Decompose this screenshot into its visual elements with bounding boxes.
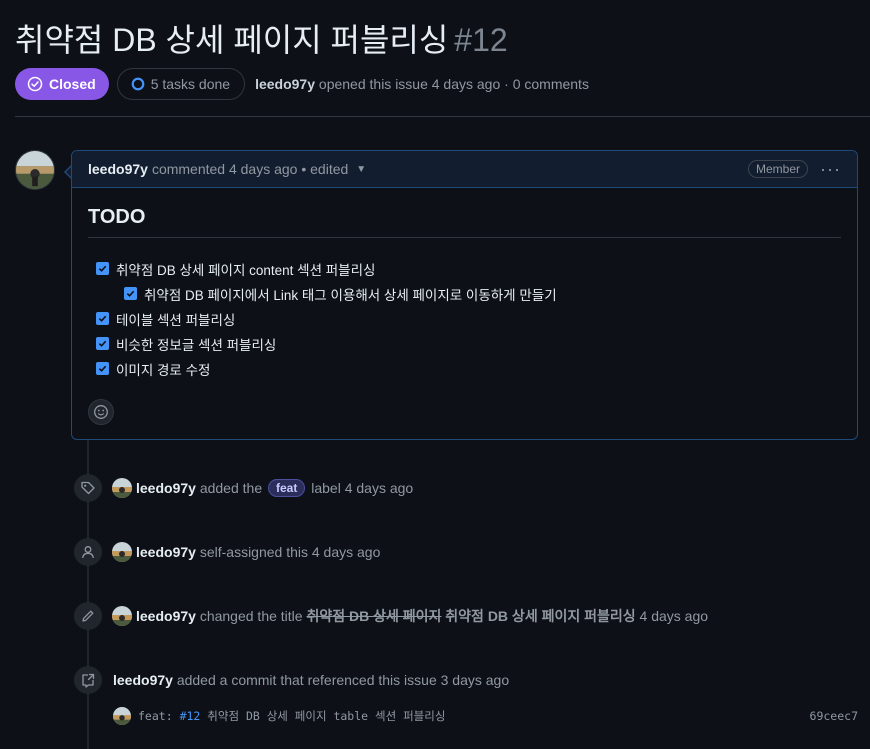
- timeline-label-event: leedo97y added the feat label 4 days ago: [74, 474, 413, 502]
- add-reaction-button[interactable]: [88, 399, 114, 425]
- issue-title: 취약점 DB 상세 페이지 퍼블리싱: [15, 22, 449, 58]
- commit-text: 취약점 DB 상세 페이지 table 섹션 퍼블리싱: [207, 709, 446, 723]
- avatar[interactable]: [15, 150, 55, 190]
- event-author[interactable]: leedo97y: [136, 608, 196, 624]
- opened-text: opened this issue 4 days ago · 0 comment…: [318, 76, 589, 92]
- task-item: 취약점 DB 페이지에서 Link 태그 이용해서 상세 페이지로 이동하게 만…: [88, 281, 841, 306]
- event-text: added a commit that referenced this issu…: [176, 672, 510, 688]
- issue-meta: Closed 5 tasks done leedo97y opened this…: [15, 68, 589, 100]
- issue-number: #12: [454, 22, 508, 58]
- state-badge: Closed: [15, 68, 109, 100]
- task-label: 이미지 경로 수정: [116, 362, 211, 378]
- comment-author[interactable]: leedo97y: [88, 161, 148, 177]
- event-text: changed the title: [199, 608, 303, 624]
- task-list: 취약점 DB 상세 페이지 content 섹션 퍼블리싱 취약점 DB 페이지…: [88, 256, 841, 381]
- timeline-commit-event: leedo97y added a commit that referenced …: [74, 666, 509, 694]
- task-label: 테이블 섹션 퍼블리싱: [116, 312, 236, 328]
- cross-reference-icon: [74, 666, 102, 694]
- tasks-progress[interactable]: 5 tasks done: [116, 68, 246, 100]
- event-author[interactable]: leedo97y: [136, 544, 196, 560]
- tag-icon: [74, 474, 102, 502]
- progress-icon: [131, 77, 145, 91]
- timeline-rename-event: leedo97y changed the title 취약점 DB 상세 페이지…: [74, 602, 708, 630]
- task-item: 테이블 섹션 퍼블리싱: [88, 306, 841, 331]
- comment: leedo97y commented 4 days ago • edited ▼…: [71, 150, 858, 440]
- pencil-icon: [74, 602, 102, 630]
- new-title: 취약점 DB 상세 페이지 퍼블리싱: [445, 608, 636, 624]
- kebab-icon[interactable]: ···: [820, 160, 841, 178]
- comment-header: leedo97y commented 4 days ago • edited ▼…: [72, 151, 857, 188]
- issue-author-link[interactable]: leedo97y: [255, 76, 315, 92]
- check-icon: [98, 365, 107, 372]
- avatar[interactable]: [113, 707, 131, 725]
- task-label: 취약점 DB 페이지에서 Link 태그 이용해서 상세 페이지로 이동하게 만…: [144, 287, 557, 303]
- smiley-icon: [94, 405, 108, 419]
- checkbox[interactable]: [124, 287, 137, 300]
- checkbox[interactable]: [96, 312, 109, 325]
- commit-row: feat: #12 취약점 DB 상세 페이지 table 섹션 퍼블리싱 69…: [113, 706, 858, 726]
- task-item: 취약점 DB 상세 페이지 content 섹션 퍼블리싱: [88, 256, 841, 281]
- event-author[interactable]: leedo97y: [113, 672, 173, 688]
- avatar[interactable]: [112, 542, 132, 562]
- person-icon: [74, 538, 102, 566]
- commit-sha-link[interactable]: 69ceec7: [810, 709, 858, 723]
- task-label: 취약점 DB 상세 페이지 content 섹션 퍼블리싱: [116, 262, 376, 278]
- rename-event-text: leedo97y changed the title 취약점 DB 상세 페이지…: [136, 606, 708, 626]
- timeline-assign-event: leedo97y self-assigned this 4 days ago: [74, 538, 380, 566]
- commit-message[interactable]: feat: #12 취약점 DB 상세 페이지 table 섹션 퍼블리싱: [138, 708, 445, 724]
- assign-event-text: leedo97y self-assigned this 4 days ago: [136, 544, 380, 560]
- chevron-down-icon[interactable]: ▼: [356, 164, 366, 175]
- event-time: 4 days ago: [639, 608, 709, 624]
- tasks-label: 5 tasks done: [150, 76, 231, 92]
- avatar[interactable]: [112, 606, 132, 626]
- issue-ref-link[interactable]: #12: [180, 709, 201, 723]
- checkbox[interactable]: [96, 337, 109, 350]
- opened-info: leedo97y opened this issue 4 days ago · …: [255, 76, 589, 92]
- event-text: self-assigned this 4 days ago: [199, 544, 381, 560]
- issue-closed-icon: [27, 76, 43, 92]
- label-feat[interactable]: feat: [268, 479, 306, 497]
- comment-body: TODO 취약점 DB 상세 페이지 content 섹션 퍼블리싱 취약점 D…: [72, 188, 857, 425]
- issue-page: 취약점 DB 상세 페이지 퍼블리싱 #12 Closed 5 tasks don…: [0, 0, 870, 749]
- checkbox[interactable]: [96, 262, 109, 275]
- check-icon: [126, 290, 135, 297]
- avatar[interactable]: [112, 478, 132, 498]
- event-time: label 4 days ago: [311, 480, 414, 496]
- commit-event-text: leedo97y added a commit that referenced …: [113, 672, 509, 688]
- task-label: 비슷한 정보글 섹션 퍼블리싱: [116, 337, 277, 353]
- check-icon: [98, 265, 107, 272]
- event-text: added the: [199, 480, 263, 496]
- checkbox[interactable]: [96, 362, 109, 375]
- commit-prefix: feat:: [138, 709, 173, 723]
- check-icon: [98, 340, 107, 347]
- task-item: 비슷한 정보글 섹션 퍼블리싱: [88, 331, 841, 356]
- role-badge: Member: [748, 160, 809, 178]
- check-icon: [98, 315, 107, 322]
- label-event-text: leedo97y added the feat label 4 days ago: [136, 479, 413, 497]
- header-divider: [15, 116, 870, 117]
- issue-title-row: 취약점 DB 상세 페이지 퍼블리싱 #12: [15, 20, 508, 60]
- comment-meta[interactable]: commented 4 days ago • edited: [152, 161, 348, 177]
- avatar-image: [16, 151, 54, 189]
- state-label: Closed: [49, 76, 96, 92]
- task-item: 이미지 경로 수정: [88, 356, 841, 381]
- body-heading: TODO: [88, 206, 841, 238]
- event-author[interactable]: leedo97y: [136, 480, 196, 496]
- old-title: 취약점 DB 상세 페이지: [306, 608, 442, 624]
